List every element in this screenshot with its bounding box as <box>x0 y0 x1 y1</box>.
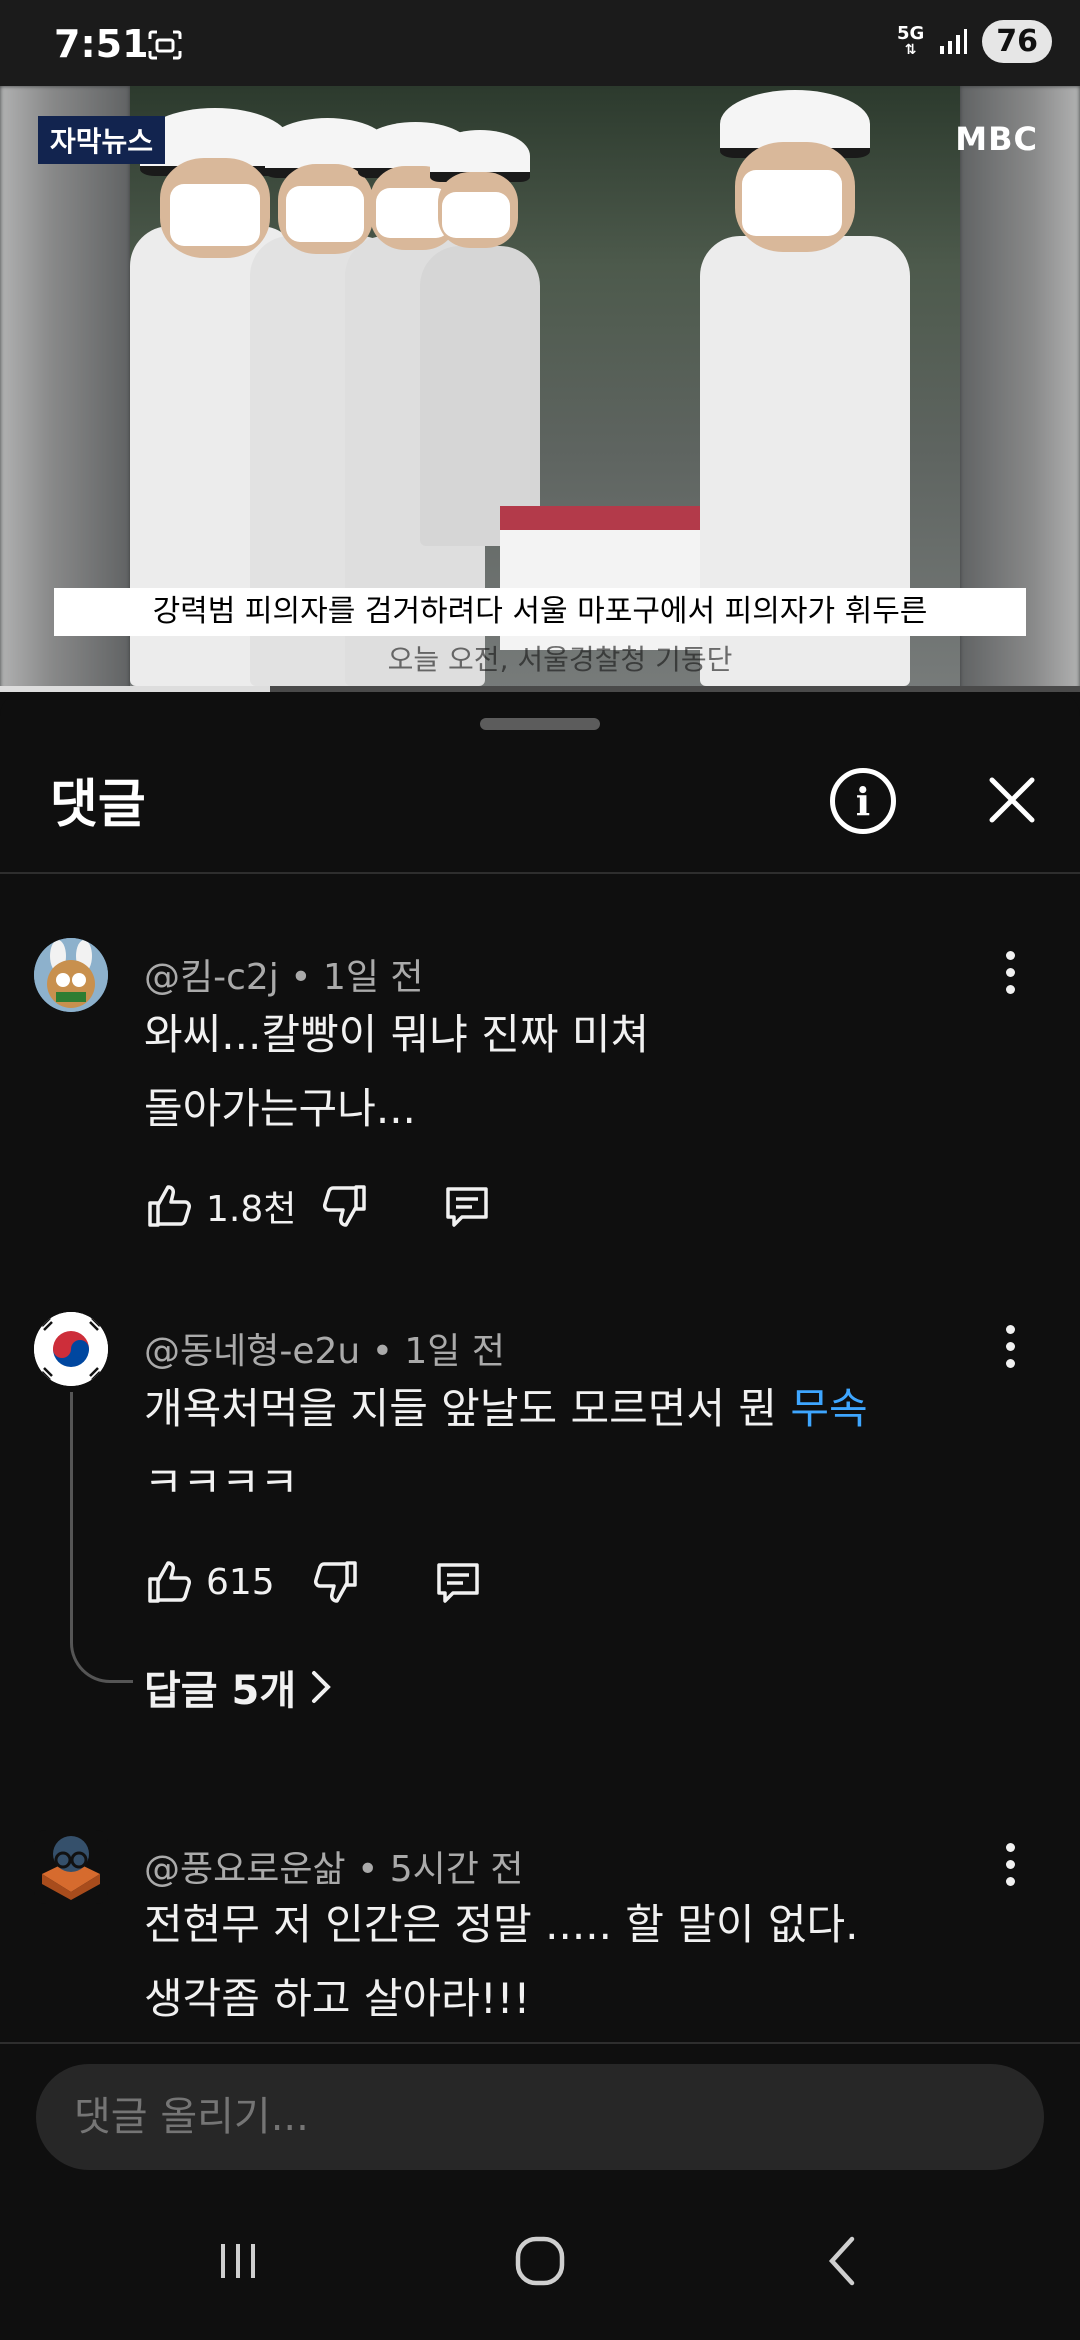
reply-icon[interactable] <box>442 1181 492 1231</box>
comment-input[interactable] <box>36 2064 1044 2170</box>
reply-thread-line <box>70 1392 133 1683</box>
more-options-button[interactable] <box>990 1834 1030 1894</box>
replies-count: 답글 5개 <box>144 1668 297 1714</box>
back-button[interactable] <box>782 2182 902 2340</box>
comment-author[interactable]: @동네형-e2u <box>144 1331 360 1372</box>
comment-meta: @풍요로운삶 • 5시간 전 <box>144 1849 524 1890</box>
comment-author[interactable]: @풍요로운삶 <box>144 1849 346 1890</box>
home-button[interactable] <box>480 2182 600 2340</box>
video-player[interactable]: 자막뉴스 MBC 강력범 피의자를 검거하려다 서울 마포구에서 피의자가 휘두… <box>0 86 1080 690</box>
avatar[interactable] <box>34 938 108 1012</box>
comment-text: 전현무 저 인간은 정말 ..... 할 말이 없다. 생각좀 하고 살아라!!… <box>144 1888 1004 2036</box>
view-replies-button[interactable]: 답글 5개 <box>144 1658 332 1716</box>
chevron-right-icon <box>312 1671 332 1703</box>
comment-text-line: 전현무 저 인간은 정말 ..... 할 말이 없다. <box>144 1900 859 1949</box>
hashtag-link[interactable]: 무속 <box>790 1384 867 1433</box>
video-subtitle: 강력범 피의자를 검거하려다 서울 마포구에서 피의자가 휘두른 <box>54 588 1026 636</box>
avatar[interactable] <box>34 1312 108 1386</box>
drag-handle[interactable] <box>480 718 600 730</box>
screenshot-icon <box>148 30 182 60</box>
like-icon[interactable] <box>144 1181 194 1231</box>
comment-time: 5시간 전 <box>389 1849 524 1890</box>
like-icon[interactable] <box>144 1557 194 1607</box>
dislike-icon[interactable] <box>320 1181 370 1231</box>
signal-icon <box>940 28 968 54</box>
like-count: 1.8천 <box>206 1189 297 1230</box>
system-nav-bar <box>0 2182 1080 2340</box>
reply-icon[interactable] <box>433 1557 483 1607</box>
battery-indicator: 76 <box>982 20 1052 63</box>
info-icon[interactable]: i <box>830 768 896 834</box>
comment-time: 1일 전 <box>404 1331 505 1372</box>
video-subtitle-secondary: 오늘 오전, 서울경찰청 기동단 <box>387 643 733 676</box>
back-icon <box>828 2236 855 2286</box>
comment-text-line: 와씨...칼빵이 뭐냐 진짜 미쳐 <box>144 1010 650 1059</box>
status-time: 7:51 <box>54 22 149 66</box>
comment-meta: @동네형-e2u • 1일 전 <box>144 1331 505 1372</box>
comment-time: 1일 전 <box>322 957 424 998</box>
comment-text-line: 개욕처먹을 지들 앞날도 모르면서 뭔 <box>144 1384 791 1433</box>
comment-author[interactable]: @킴-c2j <box>144 957 279 998</box>
status-bar: 7:51 5G ⇅ 76 <box>0 0 1080 86</box>
comment-text-line: ㅋㅋㅋㅋ <box>144 1458 299 1507</box>
like-count: 615 <box>206 1561 275 1603</box>
comment-actions: 1.8천 <box>144 1176 492 1236</box>
sheet-divider <box>0 872 1080 874</box>
comments-sheet: 댓글 i @킴-c2j • 1일 전 와씨...칼빵이 뭐냐 진짜 미쳐 돌아가… <box>0 692 1080 2042</box>
comment-text-line: 생각좀 하고 살아라!!! <box>144 1974 531 2023</box>
home-icon <box>515 2236 565 2286</box>
dislike-icon[interactable] <box>311 1557 361 1607</box>
recent-apps-button[interactable] <box>178 2182 298 2340</box>
comment-text: 개욕처먹을 지들 앞날도 모르면서 뭔 무속 ㅋㅋㅋㅋ <box>144 1372 1004 1520</box>
avatar[interactable] <box>34 1830 108 1904</box>
comment-text: 와씨...칼빵이 뭐냐 진짜 미쳐 돌아가는구나... <box>144 998 1004 1146</box>
more-options-button[interactable] <box>990 1316 1030 1376</box>
channel-logo: MBC <box>955 120 1038 158</box>
sheet-title: 댓글 <box>50 775 146 835</box>
network-indicator: 5G ⇅ <box>896 22 925 58</box>
recent-apps-icon <box>221 2244 255 2278</box>
comment-meta: @킴-c2j • 1일 전 <box>144 957 424 998</box>
more-options-button[interactable] <box>990 942 1030 1002</box>
comment-actions: 615 <box>144 1552 483 1612</box>
comment-text-line: 돌아가는구나... <box>144 1084 416 1133</box>
close-icon[interactable] <box>982 770 1042 830</box>
news-tag-label: 자막뉴스 <box>38 116 166 164</box>
comment-input-area <box>0 2042 1080 2184</box>
